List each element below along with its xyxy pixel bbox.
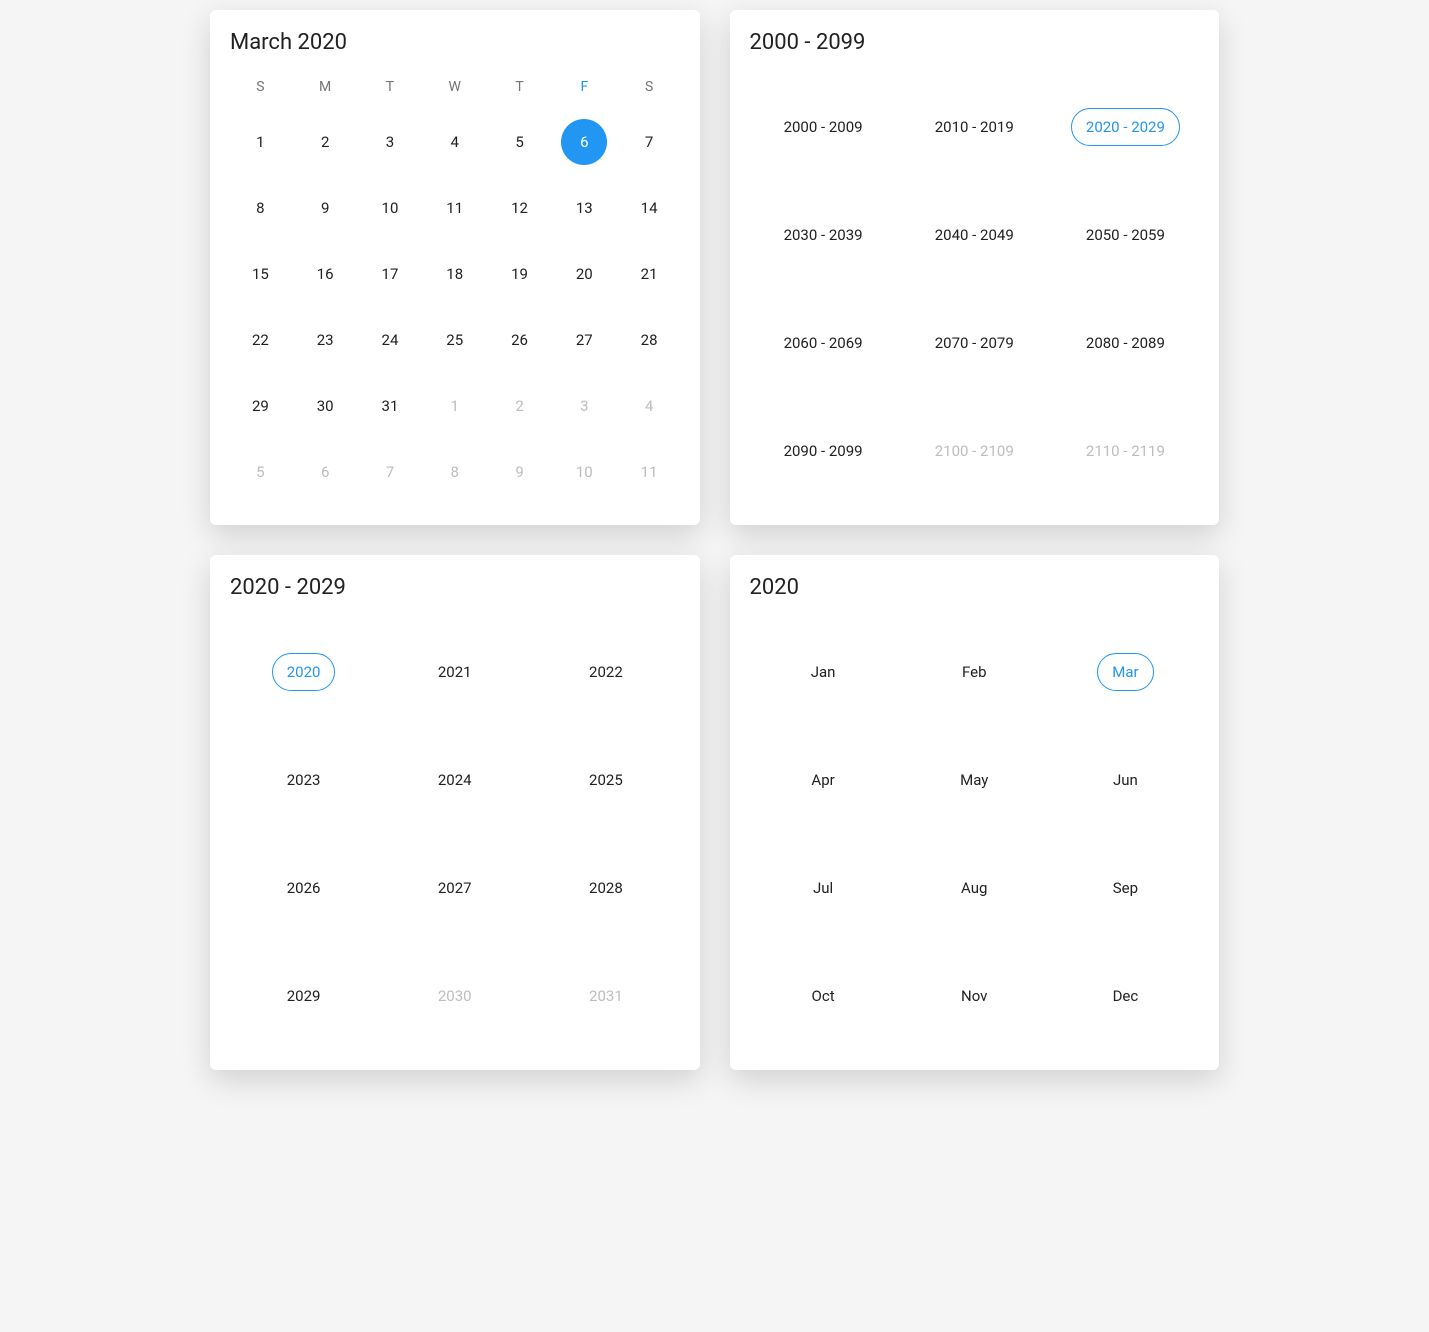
weekday-label: W [422,73,487,101]
day-view-title[interactable]: March 2020 [228,30,682,55]
calendar-century-view: 2000 - 2099 2000 - 20092010 - 20192020 -… [730,10,1220,525]
calendar-decade-view: 2020 - 2029 202020212022 202320242025 2026… [210,555,700,1070]
day-cell: 11 [617,439,682,505]
month-cell[interactable]: Jul [748,834,899,942]
century-view-title[interactable]: 2000 - 2099 [748,30,1202,55]
month-cell[interactable]: Jun [1050,726,1201,834]
decade-grid: 2000 - 20092010 - 20192020 - 2029 2030 - … [748,73,1202,505]
year-cell[interactable]: 2022 [530,618,681,726]
month-cell[interactable]: Aug [899,834,1050,942]
day-cell[interactable]: 7 [617,109,682,175]
weekday-header: SMTWTFS [228,73,682,101]
day-cell: 2 [487,373,552,439]
decade-cell[interactable]: 2070 - 2079 [899,289,1050,397]
decade-cell[interactable]: 2040 - 2049 [899,181,1050,289]
day-cell[interactable]: 4 [422,109,487,175]
decade-cell: 2110 - 2119 [1050,397,1201,505]
year-cell[interactable]: 2024 [379,726,530,834]
day-cell[interactable]: 23 [293,307,358,373]
day-cell[interactable]: 31 [358,373,423,439]
day-cell[interactable]: 17 [358,241,423,307]
day-cell: 7 [358,439,423,505]
weekday-label: S [228,73,293,101]
decade-cell[interactable]: 2080 - 2089 [1050,289,1201,397]
month-grid: JanFebMar AprMayJun JulAugSep OctNovDec [748,618,1202,1050]
weekday-label: T [487,73,552,101]
day-cell[interactable]: 12 [487,175,552,241]
decade-cell[interactable]: 2060 - 2069 [748,289,899,397]
day-cell[interactable]: 20 [552,241,617,307]
year-cell: 2031 [530,942,681,1050]
year-cell[interactable]: 2020 [228,618,379,726]
calendar-month-view: 2020 JanFebMar AprMayJun JulAugSep OctNovDe… [730,555,1220,1070]
day-cell: 3 [552,373,617,439]
decade-cell[interactable]: 2050 - 2059 [1050,181,1201,289]
year-cell[interactable]: 2028 [530,834,681,942]
decade-cell[interactable]: 2030 - 2039 [748,181,899,289]
year-cell[interactable]: 2025 [530,726,681,834]
weekday-label: S [617,73,682,101]
day-cell[interactable]: 14 [617,175,682,241]
year-cell[interactable]: 2023 [228,726,379,834]
day-cell[interactable]: 21 [617,241,682,307]
year-grid: 202020212022 202320242025 202620272028 2029… [228,618,682,1050]
day-cell[interactable]: 5 [487,109,552,175]
day-cell[interactable]: 1 [228,109,293,175]
month-cell[interactable]: Sep [1050,834,1201,942]
month-cell[interactable]: Jan [748,618,899,726]
month-cell[interactable]: Mar [1050,618,1201,726]
year-cell[interactable]: 2027 [379,834,530,942]
decade-cell[interactable]: 2090 - 2099 [748,397,899,505]
day-cell: 10 [552,439,617,505]
day-cell: 9 [487,439,552,505]
month-cell[interactable]: Oct [748,942,899,1050]
decade-cell[interactable]: 2020 - 2029 [1050,73,1201,181]
day-cell[interactable]: 9 [293,175,358,241]
day-cell[interactable]: 18 [422,241,487,307]
month-cell[interactable]: Dec [1050,942,1201,1050]
weekday-label: F [552,73,617,101]
decade-cell: 2100 - 2109 [899,397,1050,505]
year-cell[interactable]: 2021 [379,618,530,726]
day-cell[interactable]: 8 [228,175,293,241]
year-cell[interactable]: 2029 [228,942,379,1050]
year-cell[interactable]: 2026 [228,834,379,942]
day-cell[interactable]: 29 [228,373,293,439]
day-cell[interactable]: 25 [422,307,487,373]
decade-cell[interactable]: 2000 - 2009 [748,73,899,181]
day-cell: 5 [228,439,293,505]
day-cell[interactable]: 3 [358,109,423,175]
decade-cell[interactable]: 2010 - 2019 [899,73,1050,181]
day-cell[interactable]: 30 [293,373,358,439]
day-cell[interactable]: 11 [422,175,487,241]
weekday-label: T [358,73,423,101]
day-cell[interactable]: 2 [293,109,358,175]
day-cell[interactable]: 22 [228,307,293,373]
day-cell[interactable]: 16 [293,241,358,307]
month-cell[interactable]: Feb [899,618,1050,726]
day-cell: 4 [617,373,682,439]
day-grid: 1234567891011121314151617181920212223242… [228,109,682,505]
day-cell[interactable]: 28 [617,307,682,373]
weekday-label: M [293,73,358,101]
day-cell[interactable]: 19 [487,241,552,307]
day-cell: 6 [293,439,358,505]
month-view-title[interactable]: 2020 [748,575,1202,600]
day-cell[interactable]: 13 [552,175,617,241]
day-cell[interactable]: 6 [552,109,617,175]
calendar-day-view: March 2020 SMTWTFS 123456789101112131415… [210,10,700,525]
day-cell[interactable]: 26 [487,307,552,373]
month-cell[interactable]: May [899,726,1050,834]
decade-view-title[interactable]: 2020 - 2029 [228,575,682,600]
day-cell: 8 [422,439,487,505]
month-cell[interactable]: Apr [748,726,899,834]
day-cell[interactable]: 15 [228,241,293,307]
day-cell: 1 [422,373,487,439]
day-cell[interactable]: 10 [358,175,423,241]
day-cell[interactable]: 27 [552,307,617,373]
day-cell[interactable]: 24 [358,307,423,373]
month-cell[interactable]: Nov [899,942,1050,1050]
year-cell: 2030 [379,942,530,1050]
